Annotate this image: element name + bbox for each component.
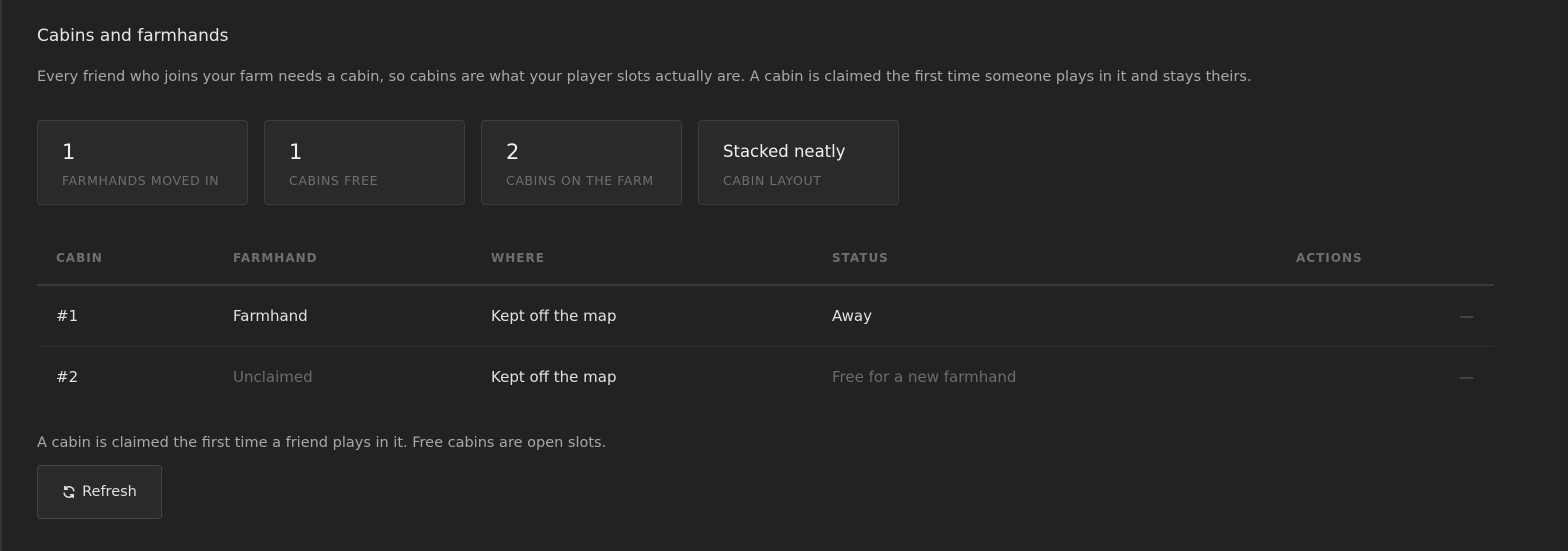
column-header-where: Where	[491, 251, 545, 265]
stat-cabins-on-farm: 2 Cabins on the farm	[481, 120, 682, 205]
cell-status: Away	[832, 307, 872, 325]
stat-label: Cabin layout	[723, 173, 822, 188]
stat-value: 1	[289, 140, 303, 164]
stat-label: Farmhands moved in	[62, 173, 220, 188]
section-title: Cabins and farmhands	[37, 26, 229, 46]
refresh-label: Refresh	[82, 484, 137, 500]
table-header: Cabin Farmhand Where Status Actions	[37, 232, 1494, 286]
column-header-status: Status	[832, 251, 889, 265]
cell-actions: —	[1459, 307, 1474, 325]
cabins-panel: Cabins and farmhands Every friend who jo…	[0, 0, 1568, 551]
cabins-table: Cabin Farmhand Where Status Actions #1 F…	[37, 232, 1494, 407]
cell-farmhand: Farmhand	[233, 307, 308, 325]
stat-cabins-free: 1 Cabins free	[264, 120, 465, 205]
cell-where: Kept off the map	[491, 307, 617, 325]
table-row: #2 Unclaimed Kept off the map Free for a…	[37, 347, 1494, 407]
stat-farmhands-moved-in: 1 Farmhands moved in	[37, 120, 248, 205]
cell-cabin: #1	[56, 307, 79, 325]
cell-actions: —	[1459, 368, 1474, 386]
refresh-icon	[62, 485, 76, 499]
stats-row: 1 Farmhands moved in 1 Cabins free 2 Cab…	[37, 120, 899, 205]
stat-value: Stacked neatly	[723, 142, 846, 161]
table-row: #1 Farmhand Kept off the map Away —	[37, 286, 1494, 347]
column-header-actions: Actions	[1296, 251, 1363, 265]
section-description: Every friend who joins your farm needs a…	[37, 69, 1252, 85]
stat-value: 1	[62, 140, 76, 164]
column-header-cabin: Cabin	[56, 251, 103, 265]
stat-label: Cabins free	[289, 173, 379, 188]
stat-value: 2	[506, 140, 520, 164]
cell-farmhand: Unclaimed	[233, 368, 313, 386]
column-header-farmhand: Farmhand	[233, 251, 318, 265]
stat-cabin-layout: Stacked neatly Cabin layout	[698, 120, 899, 205]
refresh-button[interactable]: Refresh	[37, 465, 162, 519]
cell-where: Kept off the map	[491, 368, 617, 386]
cell-status: Free for a new farmhand	[832, 368, 1017, 386]
footer-note: A cabin is claimed the first time a frie…	[37, 435, 607, 451]
stat-label: Cabins on the farm	[506, 173, 654, 188]
cell-cabin: #2	[56, 368, 79, 386]
